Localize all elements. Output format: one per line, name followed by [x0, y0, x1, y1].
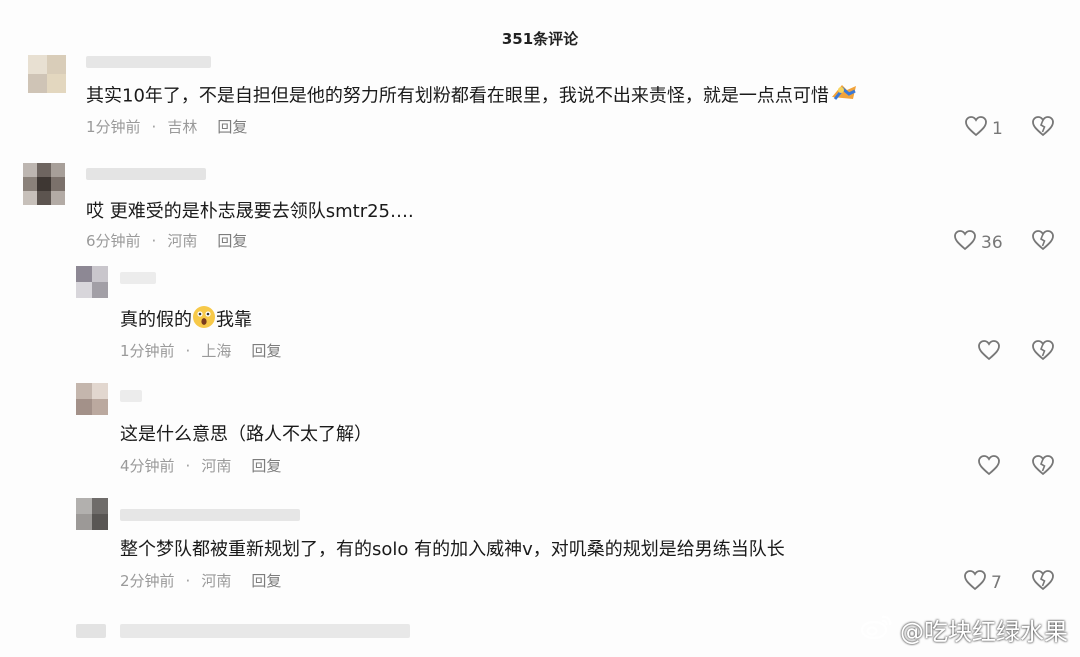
dislike-button[interactable]	[1031, 339, 1055, 365]
like-count: 1	[992, 118, 1003, 139]
heart-outline-icon	[953, 229, 977, 256]
cheering-emoji-icon	[829, 81, 859, 112]
username-blurred	[86, 168, 206, 180]
broken-heart-icon	[1031, 570, 1055, 595]
username-blurred	[120, 509, 300, 521]
like-count: 7	[991, 572, 1002, 593]
avatar[interactable]	[76, 383, 108, 415]
comment-text: 这是什么意思（路人不太了解）	[120, 424, 372, 445]
reply-button[interactable]: 回复	[251, 572, 281, 590]
heart-outline-icon	[977, 454, 1001, 481]
like-button[interactable]	[977, 339, 1001, 366]
like-count: 36	[981, 232, 1003, 253]
like-button[interactable]: 1	[964, 115, 1003, 142]
like-button[interactable]: 36	[953, 229, 1003, 256]
weibo-logo-icon	[860, 614, 894, 646]
dislike-button[interactable]	[1031, 454, 1055, 480]
comment-meta: 1分钟前 · 上海 回复	[120, 342, 282, 360]
dislike-button[interactable]	[1031, 115, 1055, 141]
avatar[interactable]	[23, 163, 65, 205]
broken-heart-icon	[1031, 116, 1055, 141]
broken-heart-icon	[1031, 230, 1055, 255]
comment-text: 其实10年了，不是自担但是他的努力所有划粉都看在眼里，我说不出来责怪，就是一点点…	[86, 81, 859, 112]
comment-text: 哎 更难受的是朴志晟要去领队smtr25….	[86, 201, 414, 222]
watermark: @吃块红绿水果	[860, 612, 1068, 647]
username-blurred	[120, 390, 142, 402]
comment-text: 真的假的 我靠	[120, 305, 252, 336]
comments-header-title: 351条评论	[501, 30, 579, 48]
dislike-button[interactable]	[1031, 569, 1055, 595]
broken-heart-icon	[1031, 340, 1055, 365]
heart-outline-icon	[963, 569, 987, 596]
broken-heart-icon	[1031, 455, 1055, 480]
reply-button[interactable]: 回复	[251, 457, 281, 475]
avatar[interactable]	[76, 266, 108, 298]
shocked-emoji-icon	[192, 305, 216, 336]
heart-outline-icon	[964, 115, 988, 142]
avatar[interactable]	[76, 498, 108, 530]
comment-meta: 6分钟前 · 河南 回复	[86, 232, 248, 250]
comment-meta: 4分钟前 · 河南 回复	[120, 457, 282, 475]
watermark-text: @吃块红绿水果	[900, 618, 1068, 646]
comment-meta: 2分钟前 · 河南 回复	[120, 572, 282, 590]
username-blurred	[120, 272, 156, 284]
username-blurred	[86, 56, 211, 68]
like-button[interactable]	[977, 454, 1001, 481]
reply-button[interactable]: 回复	[251, 342, 281, 360]
reply-button[interactable]: 回复	[217, 118, 247, 136]
like-button[interactable]: 7	[963, 569, 1002, 596]
comment-meta: 1分钟前 · 吉林 回复	[86, 118, 248, 136]
heart-outline-icon	[977, 339, 1001, 366]
reply-button[interactable]: 回复	[217, 232, 247, 250]
dislike-button[interactable]	[1031, 229, 1055, 255]
avatar[interactable]	[28, 55, 66, 93]
comment-text: 整个梦队都被重新规划了，有的solo 有的加入威神v，对叽桑的规划是给男练当队长	[120, 539, 785, 560]
